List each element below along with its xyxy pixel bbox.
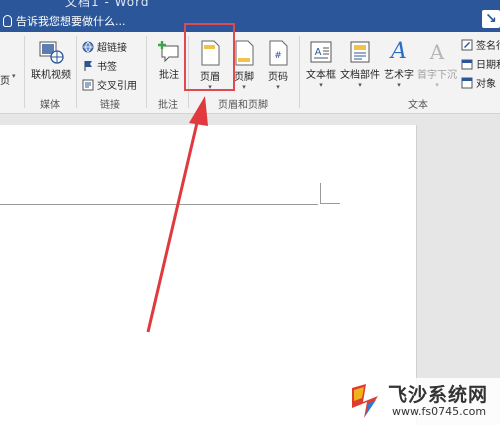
calendar-icon — [461, 59, 473, 69]
pages-label: 页 — [0, 76, 10, 87]
wordart-icon: A — [391, 39, 407, 64]
online-video-label: 联机视频 — [31, 70, 71, 81]
watermark-name: 飞沙系统网 — [388, 384, 489, 406]
group-separator — [24, 36, 25, 108]
text-group-label: 文本 — [408, 100, 428, 111]
pages-button-partial[interactable]: 页 — [0, 72, 10, 87]
object-button[interactable]: 对象 — [461, 75, 496, 90]
comment-label: 批注 — [159, 70, 179, 81]
signature-icon — [461, 39, 473, 50]
word-window: { "title_bar": { "title": "文档1 - Word", … — [0, 0, 500, 425]
comment-button[interactable]: 批注 — [152, 40, 186, 81]
cross-reference-button[interactable]: 交叉引用 — [82, 77, 137, 92]
footer-icon — [235, 40, 254, 66]
group-separator — [76, 36, 77, 108]
margin-corner-mark — [320, 183, 321, 203]
hyperlink-button[interactable]: 超链接 — [82, 39, 127, 54]
watermark-logo — [352, 384, 378, 418]
drop-cap-button[interactable]: A 首字下沉 ▾ — [416, 40, 458, 89]
bookmark-button[interactable]: 书签 — [82, 58, 117, 73]
wordart-button[interactable]: A 艺术字 ▾ — [382, 39, 416, 90]
window-title: 文档1 - Word — [65, 0, 150, 9]
text-box-icon: A — [310, 41, 332, 63]
quick-parts-button[interactable]: 文档部件 ▾ — [340, 40, 380, 89]
links-group-label: 链接 — [100, 100, 120, 111]
header-highlight-box — [184, 23, 235, 91]
group-separator — [299, 36, 300, 108]
page-number-glyph: # — [274, 51, 282, 61]
pages-dropdown-icon[interactable]: ▾ — [12, 72, 16, 80]
date-time-button[interactable]: 日期和 — [461, 56, 500, 71]
text-box-dropdown-icon: ▾ — [319, 81, 323, 89]
header-footer-group-label: 页眉和页脚 — [218, 100, 268, 111]
tell-me-text: 告诉我您想要做什么... — [16, 15, 126, 28]
text-box-glyph: A — [315, 47, 322, 58]
signature-line-button[interactable]: 签名行 — [461, 37, 500, 52]
wordart-label: 艺术字 — [384, 70, 414, 81]
quick-parts-icon — [350, 41, 370, 63]
text-box-button[interactable]: A 文本框 ▾ — [303, 40, 339, 89]
new-comment-icon — [158, 41, 179, 63]
media-group-label: 媒体 — [40, 100, 60, 111]
quick-parts-label: 文档部件 — [340, 70, 380, 81]
drop-cap-label: 首字下沉 — [417, 70, 457, 81]
watermark-url: www.fs0745.com — [392, 405, 487, 418]
hyperlink-label: 超链接 — [97, 43, 127, 54]
tell-me-box[interactable]: 告诉我您想要做什么... — [3, 13, 126, 29]
online-video-button[interactable]: 联机视频 — [28, 40, 74, 81]
drop-cap-icon: A — [429, 40, 445, 64]
margin-corner-mark-h — [320, 203, 340, 204]
drop-cap-dropdown-icon: ▾ — [435, 81, 439, 89]
site-watermark: 飞沙系统网 www.fs0745.com — [344, 378, 500, 425]
flag-icon — [84, 60, 92, 71]
lightbulb-icon — [3, 15, 12, 27]
online-video-icon — [39, 41, 64, 64]
insert-ribbon: 页 ▾ 联机视频 媒体 超链接 书签 交叉引用 链接 批注 批注 页眉 ▾ 页脚… — [0, 23, 500, 114]
title-bar: 文档1 - Word 告诉我您想要做什么... ↘ — [0, 0, 500, 32]
share-icon[interactable]: ↘ — [482, 10, 500, 28]
signature-line-label: 签名行 — [476, 41, 500, 52]
quick-parts-dropdown-icon: ▾ — [358, 81, 362, 89]
page-number-label: 页码 — [268, 72, 288, 83]
object-label: 对象 — [476, 79, 496, 90]
text-box-label: 文本框 — [306, 70, 336, 81]
globe-link-icon — [82, 41, 94, 52]
group-separator — [146, 36, 147, 108]
date-time-label: 日期和 — [476, 60, 500, 71]
page-number-button[interactable]: # 页码 ▾ — [263, 40, 293, 91]
cross-reference-icon — [82, 79, 94, 90]
comments-group-label: 批注 — [158, 100, 178, 111]
bookmark-label: 书签 — [97, 62, 117, 73]
cross-reference-label: 交叉引用 — [97, 81, 137, 92]
header-separator-line — [0, 204, 318, 205]
page-number-dropdown-icon: ▾ — [276, 83, 280, 91]
page-number-icon: # — [269, 40, 288, 66]
wordart-dropdown-icon: ▾ — [397, 81, 401, 89]
object-icon — [461, 77, 473, 88]
